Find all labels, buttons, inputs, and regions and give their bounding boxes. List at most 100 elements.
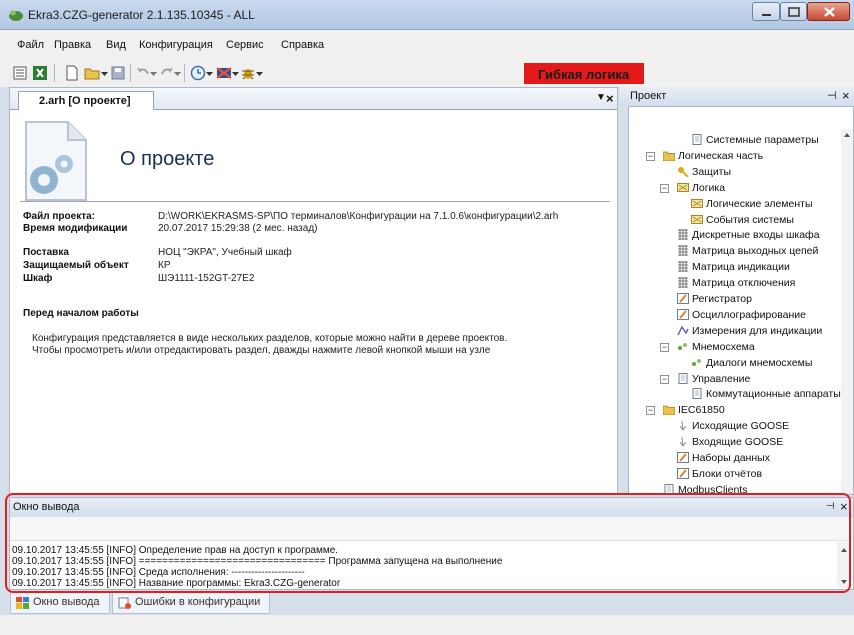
tab-close-icon[interactable]: ×	[606, 91, 614, 106]
tree-item-label: Защиты	[692, 166, 732, 178]
project-file-label: Файл проекта:	[23, 211, 95, 222]
menu-view[interactable]: Вид	[106, 39, 126, 51]
tree-item[interactable]: Логическая часть	[663, 150, 763, 164]
tree-item[interactable]: Блоки отчётов	[677, 468, 762, 482]
excel-icon[interactable]	[32, 65, 48, 81]
tree-expander-icon[interactable]: −	[646, 152, 655, 161]
tree-item[interactable]: Осциллографирование	[677, 309, 806, 323]
page-icon	[692, 134, 702, 145]
close-button[interactable]	[807, 2, 850, 21]
tree-item[interactable]: Логические элементы	[691, 198, 813, 212]
minimize-button[interactable]	[752, 2, 780, 21]
clock-icon[interactable]	[190, 65, 206, 81]
undo-icon[interactable]	[135, 65, 151, 81]
tab-about-project[interactable]: 2.arh [О проекте]	[18, 91, 154, 110]
menu-edit[interactable]: Правка	[54, 39, 91, 51]
tab-config-errors[interactable]: Ошибки в конфигурации	[112, 593, 270, 614]
tree-item[interactable]: Наборы данных	[677, 452, 770, 466]
tree-expander-icon[interactable]: −	[660, 343, 669, 352]
matrix-icon	[678, 245, 688, 256]
tree-item[interactable]: Регистратор	[677, 293, 752, 307]
chevron-down-icon[interactable]	[174, 65, 181, 81]
tree-item-label: Матрица выходных цепей	[692, 245, 819, 257]
project-tree-toolbar	[629, 107, 853, 129]
tree-item[interactable]: События системы	[691, 214, 794, 228]
cabinet-value: ШЭ1111-152GT-27E2	[158, 273, 255, 284]
open-folder-icon[interactable]	[84, 65, 100, 81]
tree-expander-icon[interactable]: −	[660, 184, 669, 193]
toolbar-separator	[54, 64, 55, 82]
toolbar-separator	[184, 64, 185, 82]
close-icon[interactable]: ×	[842, 88, 850, 103]
tree-item[interactable]: Управление	[677, 373, 750, 387]
project-panel-header: Проект ⊣ ×	[620, 87, 854, 106]
tree-item[interactable]: Мнемосхема	[677, 341, 755, 355]
flag-icon[interactable]	[216, 65, 232, 81]
flex-logic-badge[interactable]: Гибкая логика	[524, 63, 644, 84]
menu-bar: Файл Правка Вид Конфигурация Сервис Спра…	[0, 30, 854, 59]
project-panel-title: Проект	[630, 90, 667, 102]
title-bar: Ekra3.CZG-generator 2.1.135.10345 - ALL	[0, 0, 854, 30]
goose-icon	[679, 420, 687, 431]
chevron-down-icon[interactable]	[206, 65, 213, 81]
tree-expander-icon[interactable]: −	[660, 375, 669, 384]
edit-icon	[677, 309, 689, 320]
redo-icon[interactable]	[159, 65, 175, 81]
tree-item-label: Блоки отчётов	[692, 468, 763, 480]
chevron-down-icon[interactable]	[232, 65, 239, 81]
tree-item[interactable]: Матрица выходных цепей	[677, 245, 818, 259]
project-tree[interactable]: Системные параметры − Логическая часть Защи…	[628, 106, 854, 495]
tree-item-label: Матрица индикации	[692, 261, 790, 273]
divider	[20, 201, 610, 202]
logic-icon	[691, 215, 703, 224]
tree-item-label: Исходящие GOOSE	[692, 420, 790, 432]
tree-item[interactable]: Исходящие GOOSE	[677, 420, 789, 434]
toolbar-separator	[130, 64, 131, 82]
highlight-outline	[5, 493, 851, 593]
chevron-down-icon[interactable]	[150, 65, 157, 81]
tree-expander-icon[interactable]: −	[646, 406, 655, 415]
before-start-heading: Перед началом работы	[23, 308, 139, 319]
tree-item[interactable]: Измерения для индикации	[677, 325, 822, 339]
supply-value: НОЦ "ЭКРА", Учебный шкаф	[158, 247, 292, 258]
tree-item[interactable]: Входящие GOOSE	[677, 436, 783, 450]
folder-icon	[663, 151, 675, 161]
tree-item[interactable]: Матрица индикации	[677, 261, 790, 275]
chevron-down-icon[interactable]	[101, 65, 108, 81]
tree-item[interactable]: Коммутационные аппараты	[691, 388, 841, 402]
panel-icon[interactable]	[12, 65, 28, 81]
tree-item-label: Входящие GOOSE	[692, 436, 784, 448]
save-icon[interactable]	[110, 65, 126, 81]
tree-item-label: IEC61850	[678, 404, 725, 416]
app-icon	[9, 10, 23, 21]
maximize-button[interactable]	[780, 2, 807, 21]
menu-configuration[interactable]: Конфигурация	[139, 39, 213, 51]
goose-icon	[679, 436, 687, 447]
modified-value: 20.07.2017 15:29:38 (2 мес. назад)	[158, 223, 318, 234]
menu-help[interactable]: Справка	[281, 39, 324, 51]
menu-service[interactable]: Сервис	[226, 39, 264, 51]
tab-output-window[interactable]: Окно вывода	[10, 593, 110, 614]
tree-item[interactable]: Матрица отключения	[677, 277, 795, 291]
tree-item-label: Регистратор	[692, 293, 752, 305]
tree-item[interactable]: IEC61850	[663, 404, 725, 418]
pin-icon[interactable]: ⊣	[827, 89, 837, 102]
tree-item[interactable]: Дискретные входы шкафа	[677, 229, 820, 243]
key-icon	[678, 167, 689, 177]
menu-file[interactable]: Файл	[17, 39, 44, 51]
info-line: Конфигурация представляется в виде неско…	[32, 333, 508, 344]
protected-object-label: Защищаемый объект	[23, 260, 129, 271]
chevron-down-icon[interactable]	[256, 65, 263, 81]
new-file-icon[interactable]	[64, 65, 80, 81]
tree-item[interactable]: Логика	[677, 182, 725, 196]
bug-icon[interactable]	[240, 65, 256, 81]
tab-errors-label: Ошибки в конфигурации	[135, 596, 261, 608]
tree-item[interactable]: Защиты	[677, 166, 731, 180]
tab-dropdown-icon[interactable]: ▼	[596, 92, 606, 103]
tree-scrollbar[interactable]	[841, 129, 853, 494]
tree-item[interactable]: Системные параметры	[691, 134, 819, 148]
tree-item-label: Наборы данных	[692, 452, 770, 464]
document-pane: 2.arh [О проекте] ▼ × О проекте Файл про…	[9, 87, 618, 495]
tree-item[interactable]: Диалоги мнемосхемы	[691, 357, 812, 371]
error-list-icon	[118, 597, 131, 609]
